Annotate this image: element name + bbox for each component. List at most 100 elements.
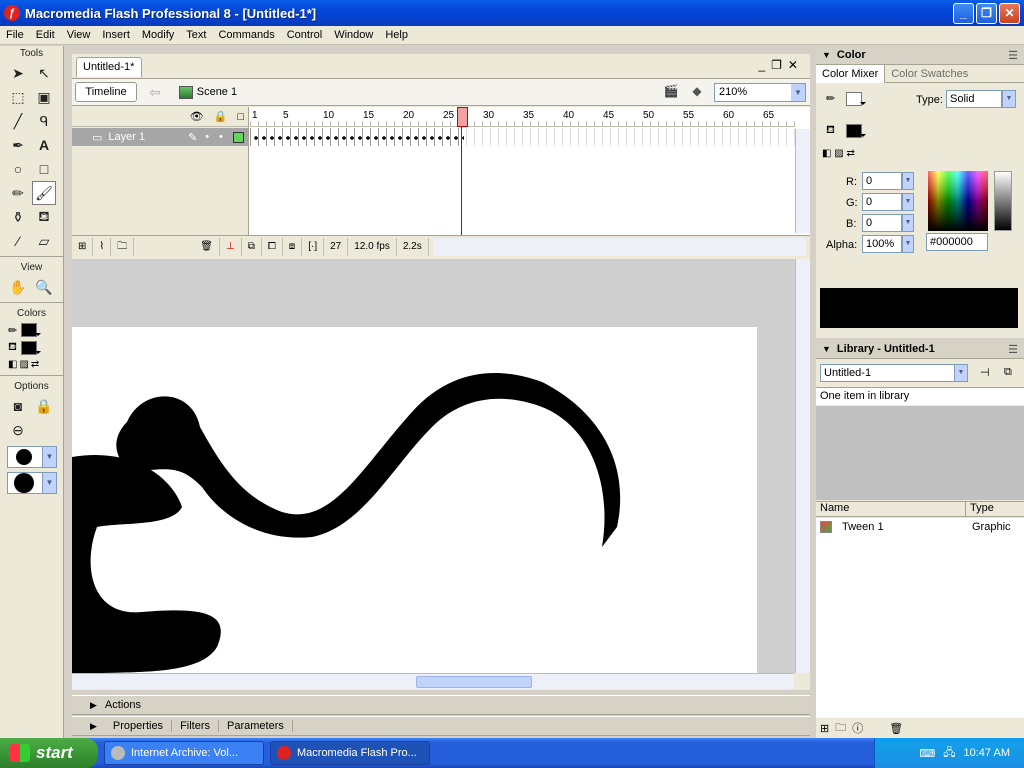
tab-properties[interactable]: Properties — [105, 720, 173, 732]
frames-area[interactable]: 1 5 10 15 20 25 30 35 40 45 50 55 60 65 — [250, 107, 795, 235]
fill-color-swatch[interactable] — [846, 124, 866, 138]
hand-tool-icon[interactable]: ✋ — [6, 275, 30, 299]
insert-folder-icon[interactable]: 🗀 — [111, 237, 135, 256]
ink-bottle-tool-icon[interactable]: ⚱ — [6, 205, 30, 229]
outline-icon[interactable]: □ — [237, 111, 244, 123]
close-button[interactable]: ✕ — [999, 2, 1020, 24]
properties-panel-header[interactable]: ▶ Properties Filters Parameters — [72, 716, 810, 736]
no-color-icon[interactable]: ▨ — [19, 359, 28, 370]
brightness-slider[interactable] — [994, 171, 1012, 231]
subselect-tool-icon[interactable]: ↖ — [32, 61, 56, 85]
restore-button[interactable]: ❐ — [976, 2, 997, 24]
library-list[interactable]: Tween 1 Graphic — [816, 518, 1024, 718]
actions-panel-header[interactable]: ▶ Actions — [72, 695, 810, 715]
chevron-down-icon[interactable]: ▼ — [954, 364, 968, 382]
col-name[interactable]: Name — [816, 502, 966, 516]
layer-frames[interactable] — [250, 128, 795, 146]
properties-icon[interactable]: ⓘ — [852, 720, 863, 736]
taskbar-item-internet-archive[interactable]: Internet Archive: Vol... — [104, 741, 264, 765]
tab-color-swatches[interactable]: Color Swatches — [885, 65, 974, 83]
fill-color-swatch[interactable] — [21, 341, 41, 355]
zoom-tool-icon[interactable]: 🔍 — [32, 275, 56, 299]
g-input[interactable]: 0 — [862, 193, 902, 211]
insert-layer-icon[interactable]: ⊞ — [72, 237, 94, 256]
new-symbol-icon[interactable]: ⊞ — [820, 722, 829, 735]
center-frame-icon[interactable]: ⊥ — [220, 237, 242, 256]
brush-mode-icon[interactable]: ◙ — [6, 394, 30, 418]
lock-dot[interactable]: • — [219, 131, 223, 143]
color-option-icons[interactable]: ◧ ▨ ⇄ — [822, 148, 855, 159]
minimize-button[interactable]: _ — [953, 2, 974, 24]
outline-color-box[interactable] — [233, 131, 244, 143]
keyframes[interactable] — [250, 128, 466, 146]
edit-symbols-icon[interactable]: ◆ — [688, 84, 706, 100]
hex-input[interactable]: #000000 — [926, 233, 988, 251]
chevron-down-icon[interactable]: ▼ — [902, 193, 914, 211]
fill-transform-tool-icon[interactable]: ▣ — [32, 85, 56, 109]
add-motion-guide-icon[interactable]: ⌇ — [93, 237, 112, 256]
library-panel-header[interactable]: ▼ Library - Untitled-1 ☰ — [816, 340, 1024, 359]
chevron-down-icon[interactable]: ▼ — [1002, 90, 1016, 108]
r-input[interactable]: 0 — [862, 172, 902, 190]
paint-bucket-tool-icon[interactable]: ⛾ — [32, 205, 56, 229]
new-library-icon[interactable]: ⧉ — [1004, 366, 1012, 379]
delete-icon[interactable]: 🗑 — [889, 722, 903, 735]
library-doc-select[interactable]: Untitled-1 — [820, 364, 956, 382]
new-folder-icon[interactable]: 🗀 — [835, 719, 846, 738]
brush-shape-select[interactable]: ▼ — [7, 472, 57, 494]
menu-help[interactable]: Help — [379, 29, 414, 41]
timeline-hscroll[interactable] — [432, 237, 806, 256]
eraser-tool-icon[interactable]: ▱ — [32, 229, 56, 253]
brush-size-select[interactable]: ▼ — [7, 446, 57, 468]
menu-file[interactable]: File — [0, 29, 30, 41]
chevron-down-icon[interactable]: ▼ — [902, 172, 914, 190]
panel-menu-icon[interactable]: ☰ — [1008, 49, 1018, 62]
playhead[interactable] — [457, 107, 468, 235]
free-transform-tool-icon[interactable]: ⬚ — [6, 85, 30, 109]
document-tab[interactable]: Untitled-1* — [76, 57, 142, 77]
color-panel-header[interactable]: ▼ Color ☰ — [816, 46, 1024, 65]
tab-parameters[interactable]: Parameters — [219, 720, 293, 732]
keyboard-icon[interactable]: ⌨ — [919, 747, 935, 760]
timeline-button[interactable]: Timeline — [75, 82, 137, 102]
chevron-down-icon[interactable]: ▼ — [902, 235, 914, 253]
alpha-input[interactable]: 100% — [862, 235, 902, 253]
start-button[interactable]: start — [0, 738, 98, 768]
stage[interactable] — [72, 327, 757, 673]
menu-text[interactable]: Text — [180, 29, 212, 41]
menu-commands[interactable]: Commands — [212, 29, 280, 41]
brush-stroke-drawing[interactable] — [72, 327, 757, 673]
lock-icon[interactable]: 🔒 — [214, 110, 228, 123]
rectangle-tool-icon[interactable]: □ — [32, 157, 56, 181]
delete-layer-icon[interactable]: 🗑 — [194, 237, 220, 256]
stage-vscroll[interactable] — [795, 259, 810, 673]
pin-library-icon[interactable]: ⊣ — [980, 366, 990, 379]
swap-colors-icon[interactable]: ⇄ — [31, 359, 39, 370]
color-spectrum[interactable] — [928, 171, 988, 231]
layer-row[interactable]: ▭ Layer 1 ✎ • • — [72, 128, 248, 146]
timeline-vscroll[interactable] — [795, 129, 810, 233]
chevron-down-icon[interactable]: ▼ — [902, 214, 914, 232]
menu-control[interactable]: Control — [281, 29, 328, 41]
tab-color-mixer[interactable]: Color Mixer — [816, 64, 886, 83]
zoom-select[interactable]: 210% ▼ — [714, 82, 806, 102]
lock-fill-icon[interactable]: 🔒 — [32, 394, 56, 418]
brush-tool-icon[interactable]: 🖌 — [32, 181, 56, 205]
edit-multiple-icon[interactable]: ⧈ — [283, 237, 303, 256]
stage-hscroll[interactable] — [72, 673, 794, 689]
work-area[interactable] — [72, 259, 810, 673]
modify-markers-icon[interactable]: [·] — [302, 237, 325, 256]
visibility-dot[interactable]: • — [205, 131, 209, 143]
stroke-color-swatch[interactable] — [21, 323, 42, 337]
b-input[interactable]: 0 — [862, 214, 902, 232]
menu-edit[interactable]: Edit — [30, 29, 61, 41]
pencil-tool-icon[interactable]: ✏ — [6, 181, 30, 205]
arrow-tool-icon[interactable]: ➤ — [6, 61, 30, 85]
pen-tool-icon[interactable]: ✒ — [6, 133, 30, 157]
stroke-color-swatch[interactable] — [846, 92, 866, 106]
back-arrow-icon[interactable]: ⇦ — [149, 84, 161, 101]
list-item[interactable]: Tween 1 Graphic — [816, 518, 1024, 536]
tab-filters[interactable]: Filters — [172, 720, 220, 732]
edit-scene-icon[interactable]: 🎬 — [662, 84, 680, 100]
eyedropper-tool-icon[interactable]: ⁄ — [6, 229, 30, 253]
